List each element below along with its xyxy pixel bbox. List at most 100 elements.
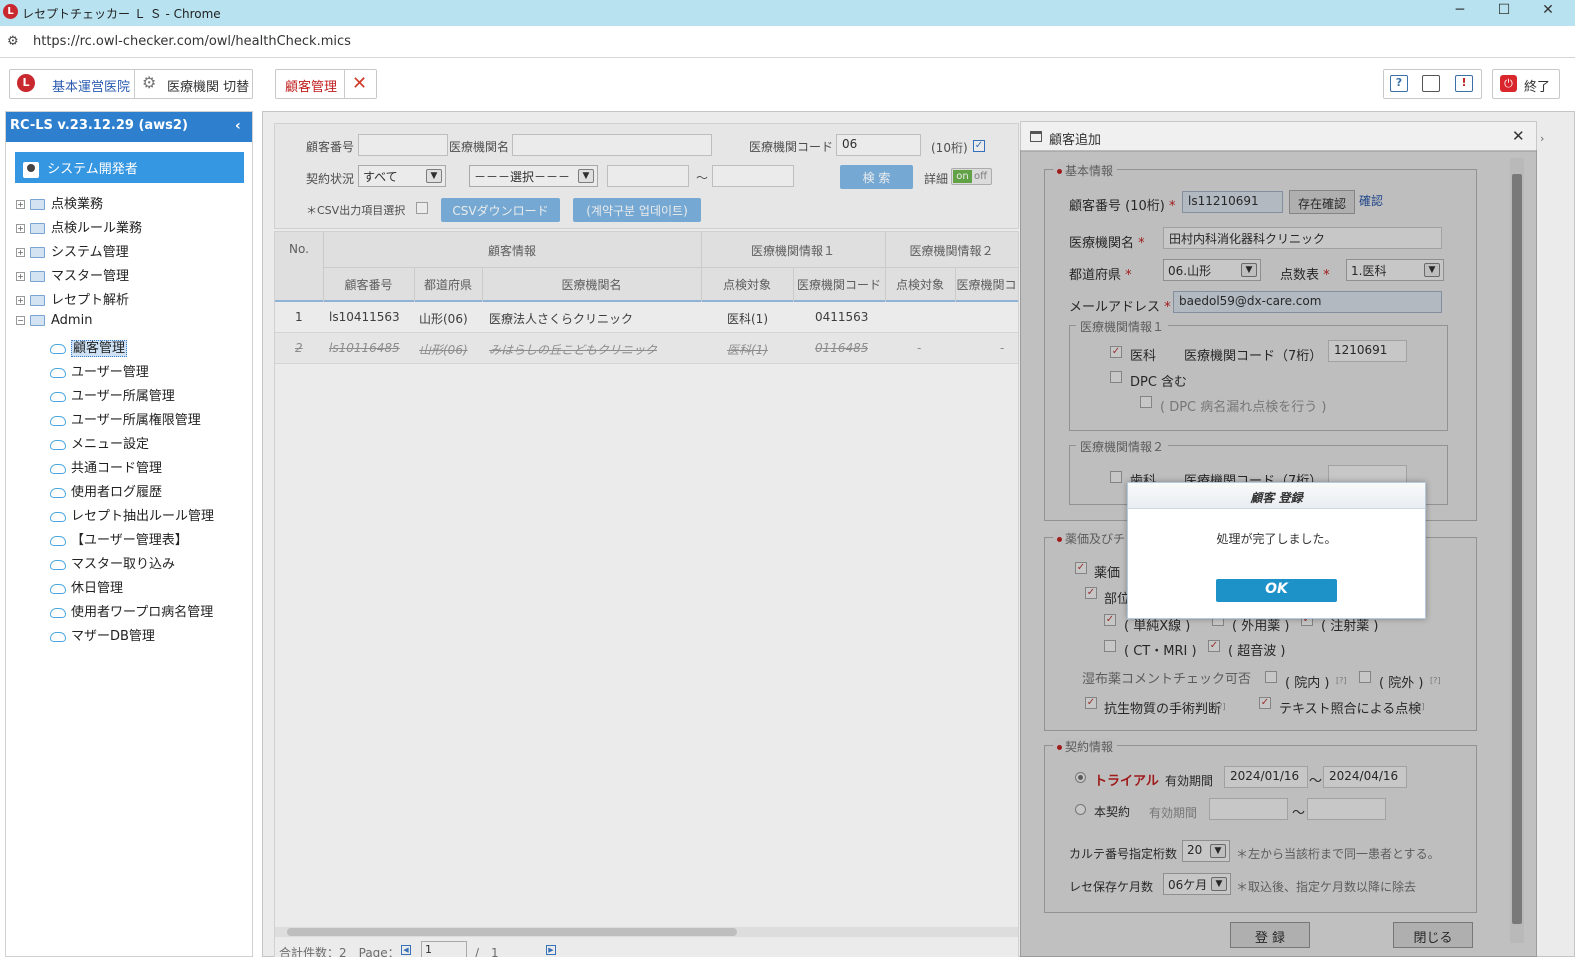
sidebar-item[interactable]: マザーDB管理 <box>50 625 252 649</box>
toolbar-divider <box>344 70 345 98</box>
sidebar-item-label: 共通コード管理 <box>71 461 163 476</box>
sidebar-item-label: ユーザー所属管理 <box>71 389 175 404</box>
sidebar-folder[interactable]: + 点検業務 <box>16 193 252 217</box>
sidebar-item[interactable]: 顧客管理 <box>50 337 252 361</box>
dialog-close-icon[interactable]: ✕ <box>1512 127 1525 145</box>
minimize-icon[interactable]: ─ <box>1450 2 1470 18</box>
app-logo-icon: L <box>17 74 35 92</box>
folder-label: レセプト解析 <box>51 293 130 308</box>
switch-facility-button[interactable]: 医療機関 切替 <box>167 76 249 95</box>
menu-tree: + 点検業務 + 点検ルール業務 + システム管理 + マスター管理 + レセプト解析 − Admin… <box>16 193 252 649</box>
cloud-icon <box>50 583 66 594</box>
url-text[interactable]: https://rc.owl-checker.com/owl/healthChe… <box>33 34 351 49</box>
sidebar-item-label: 顧客管理 <box>71 340 128 357</box>
exit-label: 終了 <box>1524 80 1551 95</box>
ok-button[interactable]: OK <box>1216 579 1337 602</box>
expand-icon[interactable]: − <box>16 316 25 325</box>
cloud-icon <box>50 463 66 474</box>
message-text: 処理が完了しました。 <box>1216 532 1337 546</box>
sidebar-item-label: 休日管理 <box>71 581 124 596</box>
folder-label: システム管理 <box>51 245 129 260</box>
sidebar-item[interactable]: ユーザー管理 <box>50 361 252 385</box>
alert-icon[interactable]: ! <box>1455 75 1473 92</box>
sidebar-folder[interactable]: + レセプト解析 <box>16 289 252 313</box>
expand-icon[interactable]: + <box>16 296 25 305</box>
sidebar-item[interactable]: メニュー設定 <box>50 433 252 457</box>
sidebar-folder[interactable]: − Admin <box>16 313 252 337</box>
close-tab-icon[interactable]: ✕ <box>352 73 367 94</box>
sidebar-item-label: レセプト抽出ルール管理 <box>71 509 215 524</box>
sidebar-item-label: メニュー設定 <box>71 437 150 452</box>
folder-label: Admin <box>51 313 93 328</box>
registration-message-box: 顧客 登録 処理が完了しました。 OK <box>1127 482 1426 619</box>
cloud-icon <box>50 415 66 426</box>
folder-icon <box>30 223 45 234</box>
help-icon[interactable]: ? <box>1390 75 1408 92</box>
sidebar-folder[interactable]: + マスター管理 <box>16 265 252 289</box>
expand-icon[interactable]: + <box>16 224 25 233</box>
sidebar-item[interactable]: マスター取り込み <box>50 553 252 577</box>
sidebar-item-label: マザーDB管理 <box>71 629 155 644</box>
dialog-header: 顧客追加 ✕ <box>1021 122 1536 152</box>
sidebar-item-label: 【ユーザー管理表】 <box>71 533 188 548</box>
sidebar-item[interactable]: ユーザー所属権限管理 <box>50 409 252 433</box>
expand-icon[interactable]: + <box>16 248 25 257</box>
sidebar-item-label: 使用者ワープロ病名管理 <box>71 605 214 620</box>
folder-icon <box>30 315 45 326</box>
cloud-icon <box>50 511 66 522</box>
cloud-icon <box>50 367 66 378</box>
folder-icon <box>30 295 45 306</box>
version-header: RC-LS v.23.12.29 (aws2) ‹ <box>6 112 252 142</box>
sidebar-item[interactable]: 休日管理 <box>50 577 252 601</box>
message-title: 顧客 登録 <box>1128 483 1425 509</box>
cloud-icon <box>50 607 66 618</box>
print-icon[interactable] <box>1422 75 1440 92</box>
sidebar-item-label: ユーザー所属権限管理 <box>71 413 201 428</box>
sidebar-item[interactable]: 【ユーザー管理表】 <box>50 529 252 553</box>
maximize-icon[interactable]: ☐ <box>1494 2 1514 18</box>
close-window-icon[interactable]: ✕ <box>1538 2 1558 18</box>
sidebar-item-label: ユーザー管理 <box>71 365 149 380</box>
browser-titlebar: L レセプトチェッカー Ｌ Ｓ - Chrome ─ ☐ ✕ <box>0 0 1575 26</box>
user-avatar-icon <box>23 161 39 178</box>
folder-icon <box>30 247 45 258</box>
folder-icon <box>30 271 45 282</box>
folder-label: 点検業務 <box>51 197 104 212</box>
tab-customer-management[interactable]: 顧客管理 <box>285 76 337 95</box>
sidebar-item-label: 使用者ログ履歴 <box>71 485 163 500</box>
sidebar-item[interactable]: 共通コード管理 <box>50 457 252 481</box>
user-name: システム開発者 <box>47 162 138 177</box>
app-logo-icon: L <box>3 4 18 19</box>
sidebar-folder[interactable]: + システム管理 <box>16 241 252 265</box>
folder-label: 点検ルール業務 <box>51 221 143 236</box>
window-title: レセプトチェッカー Ｌ Ｓ - Chrome <box>22 7 221 21</box>
hospital-button[interactable]: 基本運営医院 <box>52 76 130 95</box>
site-settings-icon[interactable]: ⚙ <box>7 34 19 49</box>
sidebar: RC-LS v.23.12.29 (aws2) ‹ システム開発者 + 点検業務 +… <box>5 111 253 957</box>
expand-icon[interactable]: + <box>16 272 25 281</box>
collapse-sidebar-icon[interactable]: ‹ <box>235 118 241 134</box>
cloud-icon <box>50 439 66 450</box>
cloud-icon <box>50 559 66 570</box>
cloud-icon <box>50 487 66 498</box>
expand-icon[interactable]: + <box>16 200 25 209</box>
cloud-icon <box>50 391 66 402</box>
window-icon <box>1030 131 1042 142</box>
cloud-icon <box>50 631 66 642</box>
folder-label: マスター管理 <box>51 269 130 284</box>
toolbar-divider <box>134 70 135 98</box>
cloud-icon <box>50 343 66 354</box>
current-user: システム開発者 <box>15 152 244 183</box>
cloud-icon <box>50 535 66 546</box>
gear-icon: ⚙ <box>142 73 157 92</box>
dialog-title: 顧客追加 <box>1049 133 1102 148</box>
sidebar-item-label: マスター取り込み <box>71 557 176 572</box>
sidebar-item[interactable]: 使用者ワープロ病名管理 <box>50 601 252 625</box>
folder-icon <box>30 199 45 210</box>
sidebar-folder[interactable]: + 点検ルール業務 <box>16 217 252 241</box>
sidebar-item[interactable]: ユーザー所属管理 <box>50 385 252 409</box>
sidebar-item[interactable]: 使用者ログ履歴 <box>50 481 252 505</box>
address-bar: ⚙ https://rc.owl-checker.com/owl/healthC… <box>0 26 1575 58</box>
sidebar-item[interactable]: レセプト抽出ルール管理 <box>50 505 252 529</box>
power-icon: ⏻ <box>1500 75 1517 92</box>
